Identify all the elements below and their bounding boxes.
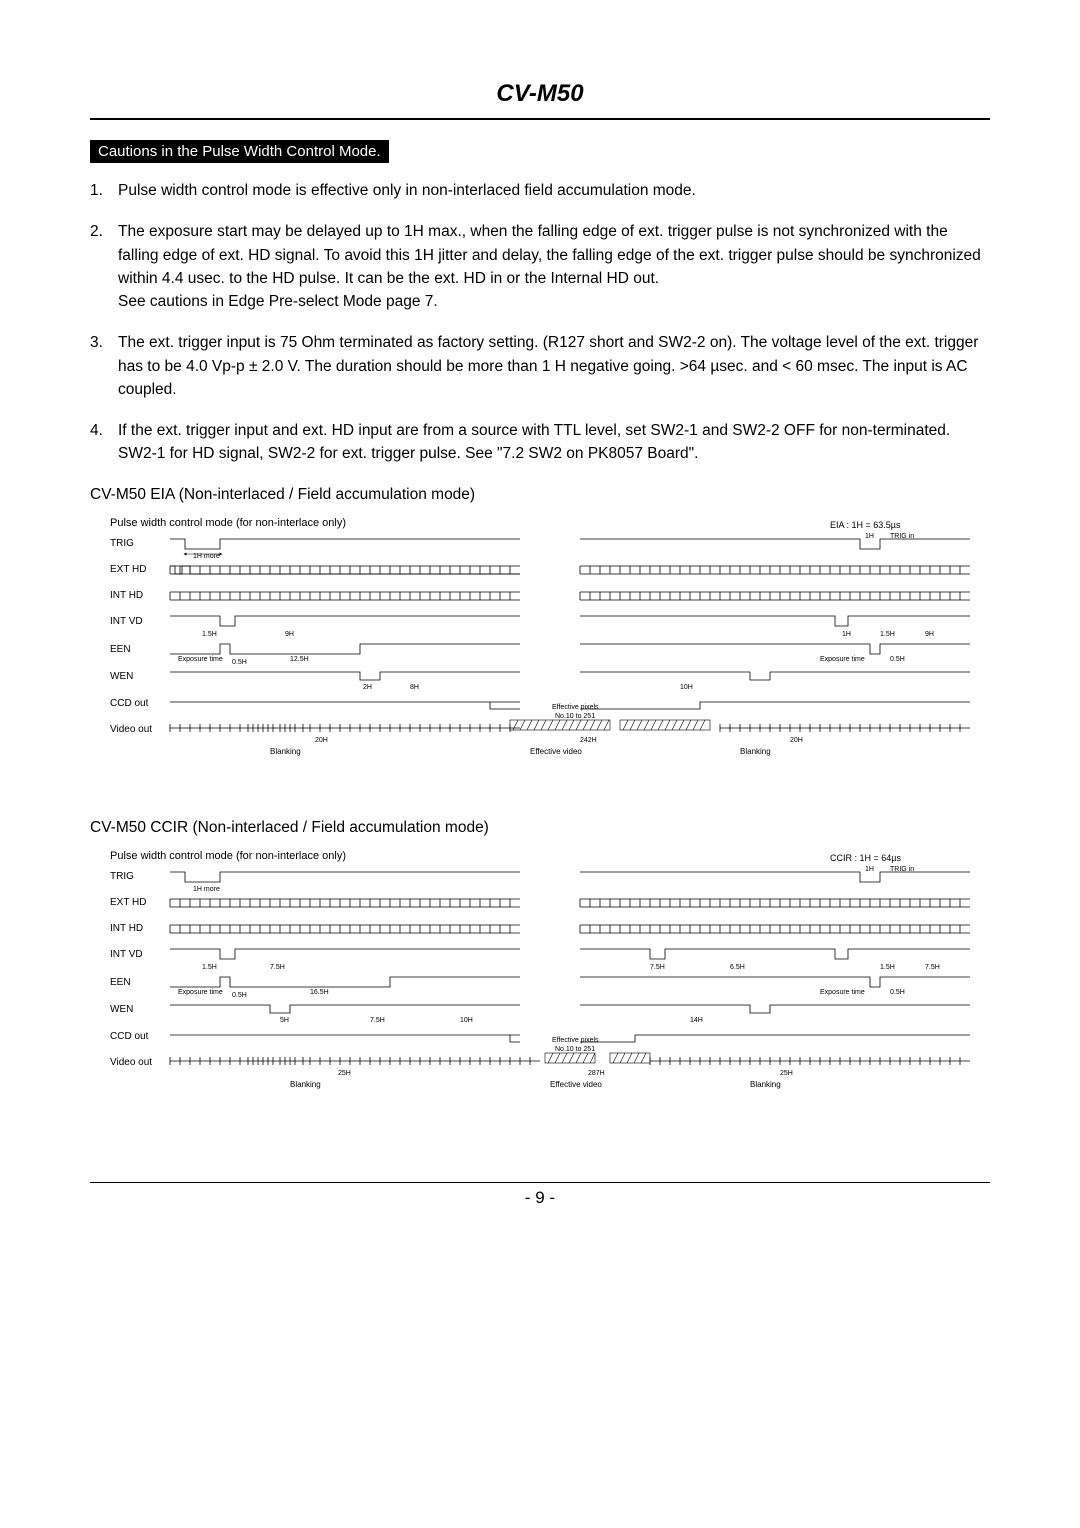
list-item: 1. Pulse width control mode is effective… xyxy=(90,179,990,202)
page-number: - 9 - xyxy=(90,1188,990,1208)
svg-text:EXT HD: EXT HD xyxy=(110,564,147,575)
svg-text:10H: 10H xyxy=(460,1017,473,1024)
svg-text:12.5H: 12.5H xyxy=(290,656,309,663)
svg-text:25H: 25H xyxy=(338,1070,351,1077)
svg-text:Effective video: Effective video xyxy=(550,1080,602,1089)
svg-text:6.5H: 6.5H xyxy=(730,964,745,971)
footer-rule xyxy=(90,1182,990,1183)
svg-text:TRIG: TRIG xyxy=(110,538,134,549)
svg-text:8H: 8H xyxy=(410,684,419,691)
svg-text:CCD out: CCD out xyxy=(110,1031,149,1042)
svg-text:INT HD: INT HD xyxy=(110,923,143,934)
list-text: If the ext. trigger input and ext. HD in… xyxy=(118,419,990,466)
svg-text:2H: 2H xyxy=(363,684,372,691)
svg-text:Blanking: Blanking xyxy=(290,1080,321,1089)
svg-text:Pulse width control mode (for: Pulse width control mode (for non-interl… xyxy=(110,850,346,862)
chart-heading-eia: CV-M50 EIA (Non-interlaced / Field accum… xyxy=(90,486,990,504)
list-number: 1. xyxy=(90,179,118,202)
list-text: Pulse width control mode is effective on… xyxy=(118,179,990,202)
svg-text:1.5H: 1.5H xyxy=(880,631,895,638)
svg-text:1H: 1H xyxy=(865,533,874,540)
svg-text:7.5H: 7.5H xyxy=(925,964,940,971)
svg-text:WEN: WEN xyxy=(110,1004,133,1015)
svg-text:7.5H: 7.5H xyxy=(270,964,285,971)
svg-text:EEN: EEN xyxy=(110,977,131,988)
svg-text:Video out: Video out xyxy=(110,724,152,735)
svg-text:TRIG in: TRIG in xyxy=(890,533,914,540)
svg-text:EEN: EEN xyxy=(110,644,131,655)
page-content: CV-M50 Cautions in the Pulse Width Contr… xyxy=(0,0,1080,1268)
svg-text:WEN: WEN xyxy=(110,671,133,682)
svg-text:INT VD: INT VD xyxy=(110,616,143,627)
exthd-ticks-left xyxy=(170,566,510,574)
svg-text:Effective pixels: Effective pixels xyxy=(552,704,599,711)
svg-text:Effective video: Effective video xyxy=(530,747,582,756)
svg-text:7.5H: 7.5H xyxy=(650,964,665,971)
cautions-list: 1. Pulse width control mode is effective… xyxy=(90,179,990,466)
svg-text:Exposure time: Exposure time xyxy=(178,989,223,996)
svg-text:Effective pixels: Effective pixels xyxy=(552,1037,599,1044)
list-item: 2. The exposure start may be delayed up … xyxy=(90,220,990,313)
svg-text:CCIR : 1H = 64µs: CCIR : 1H = 64µs xyxy=(830,853,901,863)
svg-text:287H: 287H xyxy=(588,1070,605,1077)
svg-text:1.5H: 1.5H xyxy=(202,631,217,638)
list-number: 4. xyxy=(90,419,118,466)
list-number: 3. xyxy=(90,331,118,401)
svg-text:TRIG: TRIG xyxy=(110,871,134,882)
svg-text:Exposure time: Exposure time xyxy=(820,989,865,996)
svg-text:TRIG in: TRIG in xyxy=(890,866,914,873)
svg-text:0.5H: 0.5H xyxy=(232,992,247,999)
list-text: The ext. trigger input is 75 Ohm termina… xyxy=(118,331,990,401)
svg-text:1.5H: 1.5H xyxy=(880,964,895,971)
svg-text:20H: 20H xyxy=(315,737,328,744)
document-title: CV-M50 xyxy=(90,80,990,108)
svg-text:242H: 242H xyxy=(580,737,597,744)
svg-text:Exposure time: Exposure time xyxy=(178,656,223,663)
list-number: 2. xyxy=(90,220,118,313)
chart-ref: EIA : 1H = 63.5µs xyxy=(830,520,901,530)
header-rule xyxy=(90,118,990,120)
svg-text:1.5H: 1.5H xyxy=(202,964,217,971)
svg-text:14H: 14H xyxy=(690,1017,703,1024)
svg-text:0.5H: 0.5H xyxy=(890,656,905,663)
svg-text:0.5H: 0.5H xyxy=(890,989,905,996)
svg-text:EXT HD: EXT HD xyxy=(110,897,147,908)
chart-subtitle: Pulse width control mode (for non-interl… xyxy=(110,517,346,529)
svg-text:Video out: Video out xyxy=(110,1057,152,1068)
list-item: 3. The ext. trigger input is 75 Ohm term… xyxy=(90,331,990,401)
svg-text:No.10 to 251: No.10 to 251 xyxy=(555,713,595,720)
svg-text:9H: 9H xyxy=(285,631,294,638)
chart-heading-ccir: CV-M50 CCIR (Non-interlaced / Field accu… xyxy=(90,819,990,837)
svg-text:Exposure time: Exposure time xyxy=(820,656,865,663)
svg-text:1H: 1H xyxy=(865,866,874,873)
svg-text:16.5H: 16.5H xyxy=(310,989,329,996)
svg-text:CCD out: CCD out xyxy=(110,698,149,709)
svg-text:10H: 10H xyxy=(680,684,693,691)
svg-text:Blanking: Blanking xyxy=(750,1080,781,1089)
timing-diagram-ccir: Pulse width control mode (for non-interl… xyxy=(90,847,990,1122)
svg-text:1H more: 1H more xyxy=(193,886,220,893)
cautions-heading: Cautions in the Pulse Width Control Mode… xyxy=(90,140,389,163)
svg-text:INT HD: INT HD xyxy=(110,590,143,601)
svg-text:No.10 to 251: No.10 to 251 xyxy=(555,1046,595,1053)
svg-text:5H: 5H xyxy=(280,1017,289,1024)
list-text: The exposure start may be delayed up to … xyxy=(118,220,990,313)
svg-text:INT VD: INT VD xyxy=(110,949,143,960)
svg-text:Blanking: Blanking xyxy=(740,747,771,756)
svg-text:25H: 25H xyxy=(780,1070,793,1077)
list-item: 4. If the ext. trigger input and ext. HD… xyxy=(90,419,990,466)
svg-text:Blanking: Blanking xyxy=(270,747,301,756)
svg-text:9H: 9H xyxy=(925,631,934,638)
svg-text:7.5H: 7.5H xyxy=(370,1017,385,1024)
svg-text:1H: 1H xyxy=(842,631,851,638)
page-footer: - 9 - xyxy=(90,1182,990,1208)
svg-text:20H: 20H xyxy=(790,737,803,744)
svg-text:0.5H: 0.5H xyxy=(232,659,247,666)
timing-diagram-eia: Pulse width control mode (for non-interl… xyxy=(90,514,990,789)
